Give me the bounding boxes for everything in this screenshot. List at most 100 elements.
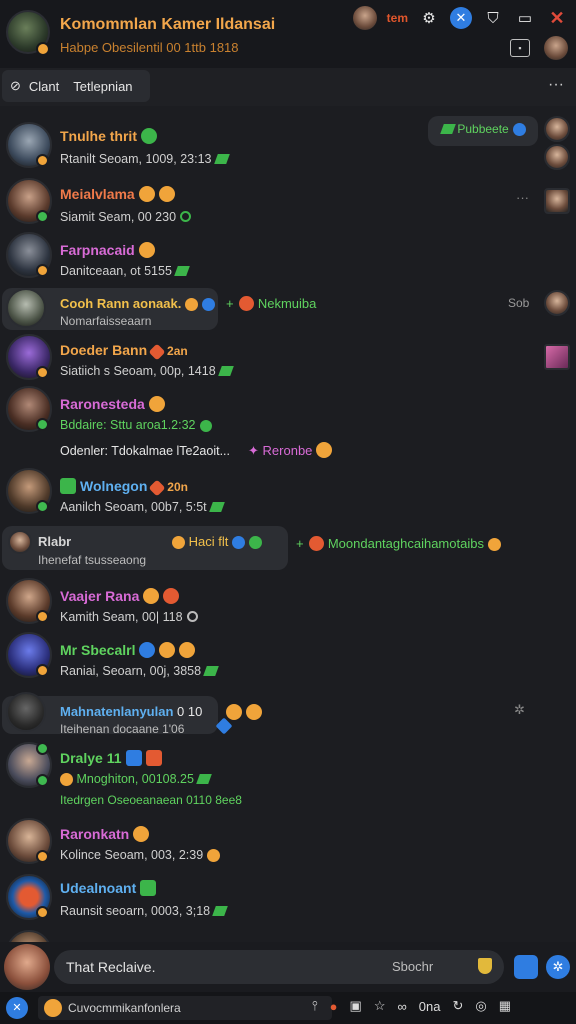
smile-icon [226, 704, 242, 720]
chat-item[interactable]: Rlabr Ihenefaf tsusseaong Haci flt + Moo… [0, 522, 576, 574]
reaction-label: ✦ Reronbe [248, 442, 333, 459]
chat-name: Doeder Bann 2an [60, 342, 188, 361]
chat-preview: Siatiich s Seoam, 00p, 1418 [60, 364, 234, 378]
sticker-icon [199, 420, 212, 432]
user-avatar[interactable] [352, 6, 377, 30]
smile-icon [159, 642, 176, 658]
toolbar-icons: ⫯ ● ▣ ☆ ∞ 0na ↻ ◎ ▦ [312, 998, 511, 1014]
more-options-icon[interactable]: ··· [548, 76, 564, 94]
chat-item[interactable]: Wolnegon 20n Aanilch Seoam, 00b7, 5:5t [0, 466, 576, 522]
gem-icon [212, 906, 228, 916]
star-outline-icon[interactable]: ☆ [374, 998, 386, 1014]
chat-preview: Kamith Seam, 00| 118 [60, 610, 198, 624]
refresh-icon[interactable]: ↻ [452, 998, 463, 1014]
toolbar-label[interactable]: 0na [419, 999, 441, 1014]
participant-avatar[interactable] [544, 188, 570, 214]
mic-icon[interactable]: ⫯ [312, 998, 318, 1014]
chat-preview: Danitceaan, ot 5155 [60, 264, 190, 278]
smile-icon [158, 186, 175, 202]
emoji-icon[interactable] [44, 999, 62, 1017]
diamond-icon [148, 479, 166, 497]
chat-item[interactable]: Udealnoant Raunsit seoarn, 0003, 3;18 [0, 870, 576, 928]
chat-name: Dralye 11 [60, 750, 162, 766]
status-badge-icon [36, 774, 49, 787]
shield-icon[interactable]: ⛉ [482, 7, 504, 29]
attach-button[interactable] [514, 955, 538, 979]
chat-preview: Kolince Seoam, 003, 2:39 [60, 848, 221, 862]
share-icon[interactable]: ✕ [450, 7, 472, 29]
chat-item[interactable]: Meialvlama Siamit Seam, 00 230 ··· [0, 176, 576, 230]
chat-preview-extra: Itedrgen Oseoeanaean 0110 8ee8 [60, 793, 242, 807]
more-icon[interactable]: ··· [516, 190, 529, 205]
pinned-label: Pubbeete [438, 122, 526, 136]
flag-icon [125, 750, 142, 766]
chat-item[interactable]: Doeder Bann 2an Siatiich s Seoam, 00p, 1… [0, 334, 576, 384]
link-icon[interactable]: ∞ [397, 999, 406, 1014]
chat-avatar [8, 530, 32, 554]
reaction-icons [222, 704, 262, 722]
record-icon[interactable]: ● [330, 999, 338, 1014]
chat-item[interactable]: Mahnatenlanyulan 0 10 Iteihenan docaane … [0, 688, 576, 740]
chat-item[interactable]: Raronesteda Bddaire: Sttu aroa1.2:32 Ode… [0, 384, 576, 466]
settings-button[interactable]: ✲ [546, 955, 570, 979]
header-actions: tem ⚙ ✕ ⛉ ▭ ✕ [352, 6, 568, 30]
contact-avatar[interactable] [544, 36, 568, 60]
status-badge-icon [36, 664, 49, 677]
participant-avatar[interactable] [544, 290, 570, 316]
chat-avatar [6, 692, 46, 732]
shield-icon[interactable] [478, 958, 492, 974]
status-badge-icon [36, 418, 49, 431]
reply-avatar [239, 296, 255, 311]
smile-icon [246, 704, 262, 720]
status-badge-icon [36, 500, 49, 513]
window-icon[interactable]: ▪ [510, 39, 530, 57]
chat-item[interactable]: Cooh Rann aonaak. Nomarfaisseaarn + Nekm… [0, 284, 576, 334]
gear-icon[interactable]: ⚙ [418, 7, 440, 29]
star-icon[interactable]: ✲ [514, 702, 525, 718]
close-icon[interactable]: ✕ [546, 7, 568, 29]
chat-item[interactable]: Farpnacaid Danitceaan, ot 5155 [0, 230, 576, 284]
message-placeholder: That Reclaive. [66, 959, 156, 975]
chat-item[interactable]: Tnulhe thrit Rtanilt Seoam, 1009, 23:13 … [0, 116, 576, 176]
chat-avatar [6, 930, 52, 942]
gem-icon [174, 266, 190, 276]
chat-item[interactable]: Vaajer Rana Kamith Seam, 00| 118 [0, 576, 576, 630]
chat-name: Cooh Rann aonaak. [60, 296, 216, 311]
chat-item[interactable]: Dralye 11 Mnoghiton, 00108.25 Itedrgen O… [0, 740, 576, 816]
app-icon[interactable]: ✕ [6, 997, 28, 1019]
chat-name: Tnulhe thrit [60, 128, 157, 144]
app-header: Komommlan Kamer Ildansai Habpe Obesilent… [0, 0, 576, 68]
chat-name: Meialvlama [60, 186, 175, 202]
chat-item[interactable]: Mr Sbecalrl Raniai, Seoarn, 00j, 3858 [0, 630, 576, 686]
reply-preview: + Moondantaghcaihamotaibs [296, 536, 501, 551]
search-label[interactable]: Sbochr [392, 959, 433, 974]
gem-icon [208, 502, 225, 512]
tab-label-telegram[interactable]: Tetlepnian [73, 79, 132, 94]
my-avatar[interactable] [4, 944, 50, 990]
chat-preview: Iteihenan docaane 1'06 [60, 722, 185, 736]
chat-item[interactable] [0, 928, 576, 942]
check-icon [139, 642, 156, 658]
tab-chat[interactable]: ⊘ Clant Tetlepnian [2, 70, 150, 102]
ring-icon [186, 611, 198, 622]
frame-icon[interactable]: ▣ [350, 998, 362, 1014]
participant-avatar[interactable] [544, 116, 570, 142]
participant-avatar[interactable] [544, 144, 570, 170]
globe-icon[interactable]: ◎ [475, 998, 486, 1014]
gem-icon [217, 366, 234, 376]
chat-name: Mahnatenlanyulan 0 10 [60, 704, 203, 719]
check-icon [202, 298, 216, 311]
status-badge-icon [36, 610, 49, 623]
gem-icon [213, 154, 230, 164]
smile-icon [185, 298, 199, 311]
smile-icon [179, 642, 196, 658]
status-badge-icon [36, 906, 49, 919]
grid-icon[interactable]: ▦ [499, 998, 511, 1014]
bubble-tag: Haci flt [172, 534, 263, 549]
chat-bubble-icon[interactable]: ▭ [514, 7, 536, 29]
compose-bar: That Reclaive. Sbochr ✲ [0, 942, 576, 992]
chat-name: Raronesteda [60, 396, 165, 412]
chat-name: Raronkatn [60, 826, 150, 842]
participant-avatar[interactable] [544, 344, 570, 370]
chat-item[interactable]: Raronkatn Kolince Seoam, 003, 2:39 [0, 816, 576, 870]
